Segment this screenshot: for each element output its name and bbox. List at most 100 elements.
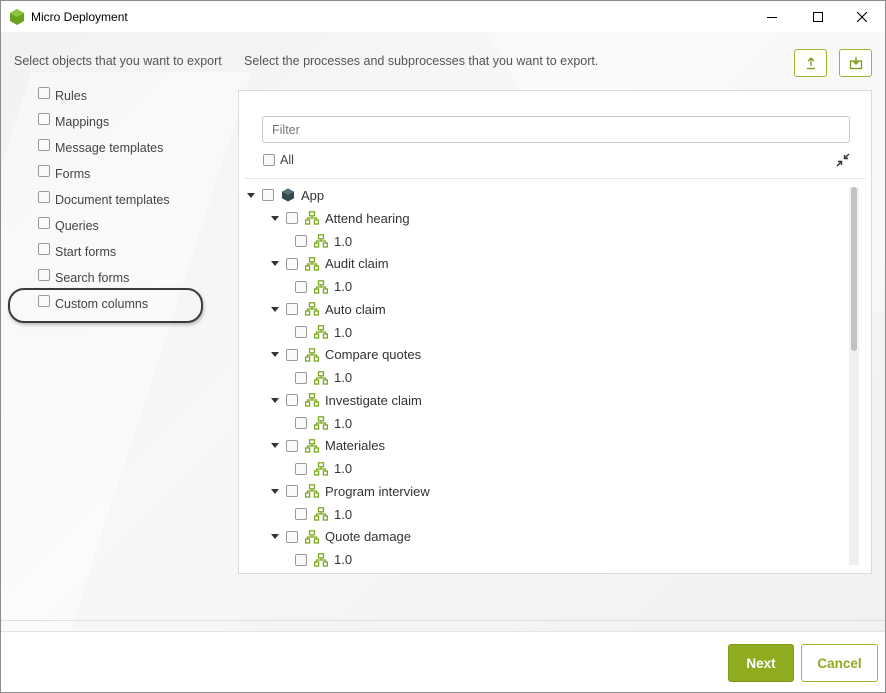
version-label: 1.0 xyxy=(334,233,353,249)
checkbox[interactable] xyxy=(38,191,50,203)
object-label: Search forms xyxy=(55,271,130,285)
checkbox[interactable] xyxy=(286,530,298,543)
checkbox[interactable] xyxy=(295,508,307,520)
checkbox[interactable] xyxy=(38,139,50,151)
tree-node-version[interactable]: 1.0 xyxy=(295,459,352,479)
checkbox[interactable] xyxy=(295,235,307,247)
object-checkbox-document-templates[interactable]: Document templates xyxy=(38,191,170,209)
collapse-all-icon[interactable] xyxy=(836,153,850,167)
expand-caret-icon[interactable] xyxy=(271,306,279,312)
maximize-button[interactable] xyxy=(795,1,841,32)
checkbox[interactable] xyxy=(38,113,50,125)
checkbox[interactable] xyxy=(295,371,307,384)
version-label: 1.0 xyxy=(334,552,353,567)
window-title: Micro Deployment xyxy=(31,9,128,24)
minimize-button[interactable] xyxy=(749,1,795,32)
tree-node-version[interactable]: 1.0 xyxy=(295,231,352,251)
tree-node-label: Materiales xyxy=(325,438,385,453)
expand-caret-icon[interactable] xyxy=(271,261,279,266)
checkbox[interactable] xyxy=(286,257,298,270)
process-icon xyxy=(305,256,319,271)
process-icon xyxy=(305,438,319,453)
checkbox[interactable] xyxy=(38,87,50,99)
object-checkbox-mappings[interactable]: Mappings xyxy=(38,113,109,131)
object-checkbox-rules[interactable]: Rules xyxy=(38,87,87,105)
tree-node-process[interactable]: Quote damage xyxy=(271,527,411,547)
upload-icon xyxy=(806,57,815,70)
expand-caret-icon[interactable] xyxy=(271,488,279,494)
tree-node-version[interactable]: 1.0 xyxy=(295,368,352,388)
checkbox[interactable] xyxy=(38,243,50,255)
checkbox[interactable] xyxy=(295,462,307,475)
tree-node-label: Program interview xyxy=(325,483,430,499)
tree-node-process[interactable]: Auto claim xyxy=(271,299,386,319)
tree-node-process[interactable]: Audit claim xyxy=(271,254,389,274)
tree-node-app[interactable]: App xyxy=(247,185,324,205)
object-checkbox-forms[interactable]: Forms xyxy=(38,165,90,183)
tree-node-version[interactable]: 1.0 xyxy=(295,413,352,433)
object-label: Queries xyxy=(55,219,99,233)
process-icon xyxy=(314,416,328,430)
checkbox[interactable] xyxy=(295,280,307,293)
checkbox[interactable] xyxy=(286,212,298,224)
checkbox[interactable] xyxy=(286,303,298,315)
scrollbar-thumb[interactable] xyxy=(851,187,857,351)
object-checkbox-search-forms[interactable]: Search forms xyxy=(38,269,129,287)
checkbox[interactable] xyxy=(286,485,298,497)
expand-caret-icon[interactable] xyxy=(247,192,255,198)
checkbox[interactable] xyxy=(286,394,298,406)
checkbox[interactable] xyxy=(286,348,298,361)
process-icon xyxy=(314,507,328,521)
import-button[interactable] xyxy=(839,49,872,77)
tree-node-version[interactable]: 1.0 xyxy=(295,504,352,524)
checkbox[interactable] xyxy=(262,189,274,201)
expand-caret-icon[interactable] xyxy=(271,215,279,221)
checkbox[interactable] xyxy=(286,439,298,452)
divider xyxy=(244,178,866,179)
expand-caret-icon[interactable] xyxy=(271,352,279,357)
minimize-icon xyxy=(767,16,777,18)
tree-node-version[interactable]: 1.0 xyxy=(295,277,352,297)
process-selection-panel: All App Attend hearing 1.0 Audit claim 1.0 A… xyxy=(238,90,872,574)
tree-node-process[interactable]: Investigate claim xyxy=(271,390,422,410)
tree-node-process[interactable]: Compare quotes xyxy=(271,345,421,365)
import-icon xyxy=(849,57,862,70)
tree-node-label: Audit claim xyxy=(325,256,389,271)
checkbox[interactable] xyxy=(263,154,275,166)
next-button[interactable]: Next xyxy=(728,644,794,682)
cancel-button[interactable]: Cancel xyxy=(801,644,878,682)
checkbox[interactable] xyxy=(38,269,50,281)
tree-node-process[interactable]: Program interview xyxy=(271,481,430,501)
expand-caret-icon[interactable] xyxy=(271,443,279,448)
tree-node-label: Attend hearing xyxy=(325,210,410,226)
tree-node-process[interactable]: Materiales xyxy=(271,436,385,456)
checkbox[interactable] xyxy=(38,217,50,229)
checkbox[interactable] xyxy=(295,417,307,429)
title-bar: Micro Deployment xyxy=(1,1,885,32)
object-checkbox-message-templates[interactable]: Message templates xyxy=(38,139,163,157)
checkbox[interactable] xyxy=(295,326,307,338)
tree-node-label: Auto claim xyxy=(325,301,386,317)
app-cube-icon xyxy=(282,188,294,202)
object-label: Mappings xyxy=(55,115,110,129)
tree-node-label: Compare quotes xyxy=(325,347,422,362)
expand-caret-icon[interactable] xyxy=(271,534,279,539)
object-label: Start forms xyxy=(55,245,117,259)
tree-node-process[interactable]: Attend hearing xyxy=(271,208,410,228)
process-icon xyxy=(305,529,319,544)
tree-node-version[interactable]: 1.0 xyxy=(295,550,352,570)
filter-input[interactable] xyxy=(262,116,850,143)
upload-button[interactable] xyxy=(794,49,827,77)
object-checkbox-start-forms[interactable]: Start forms xyxy=(38,243,116,261)
micro-deployment-window: Micro Deployment Select objects that you… xyxy=(0,0,886,693)
version-label: 1.0 xyxy=(334,279,353,294)
checkbox[interactable] xyxy=(38,165,50,177)
process-icon xyxy=(314,234,328,248)
expand-caret-icon[interactable] xyxy=(271,397,279,403)
vertical-scrollbar[interactable] xyxy=(849,187,859,565)
object-checkbox-queries[interactable]: Queries xyxy=(38,217,99,235)
checkbox[interactable] xyxy=(295,553,307,566)
tree-node-version[interactable]: 1.0 xyxy=(295,322,352,342)
select-all-checkbox[interactable]: All xyxy=(263,153,294,167)
close-button[interactable] xyxy=(839,1,885,32)
